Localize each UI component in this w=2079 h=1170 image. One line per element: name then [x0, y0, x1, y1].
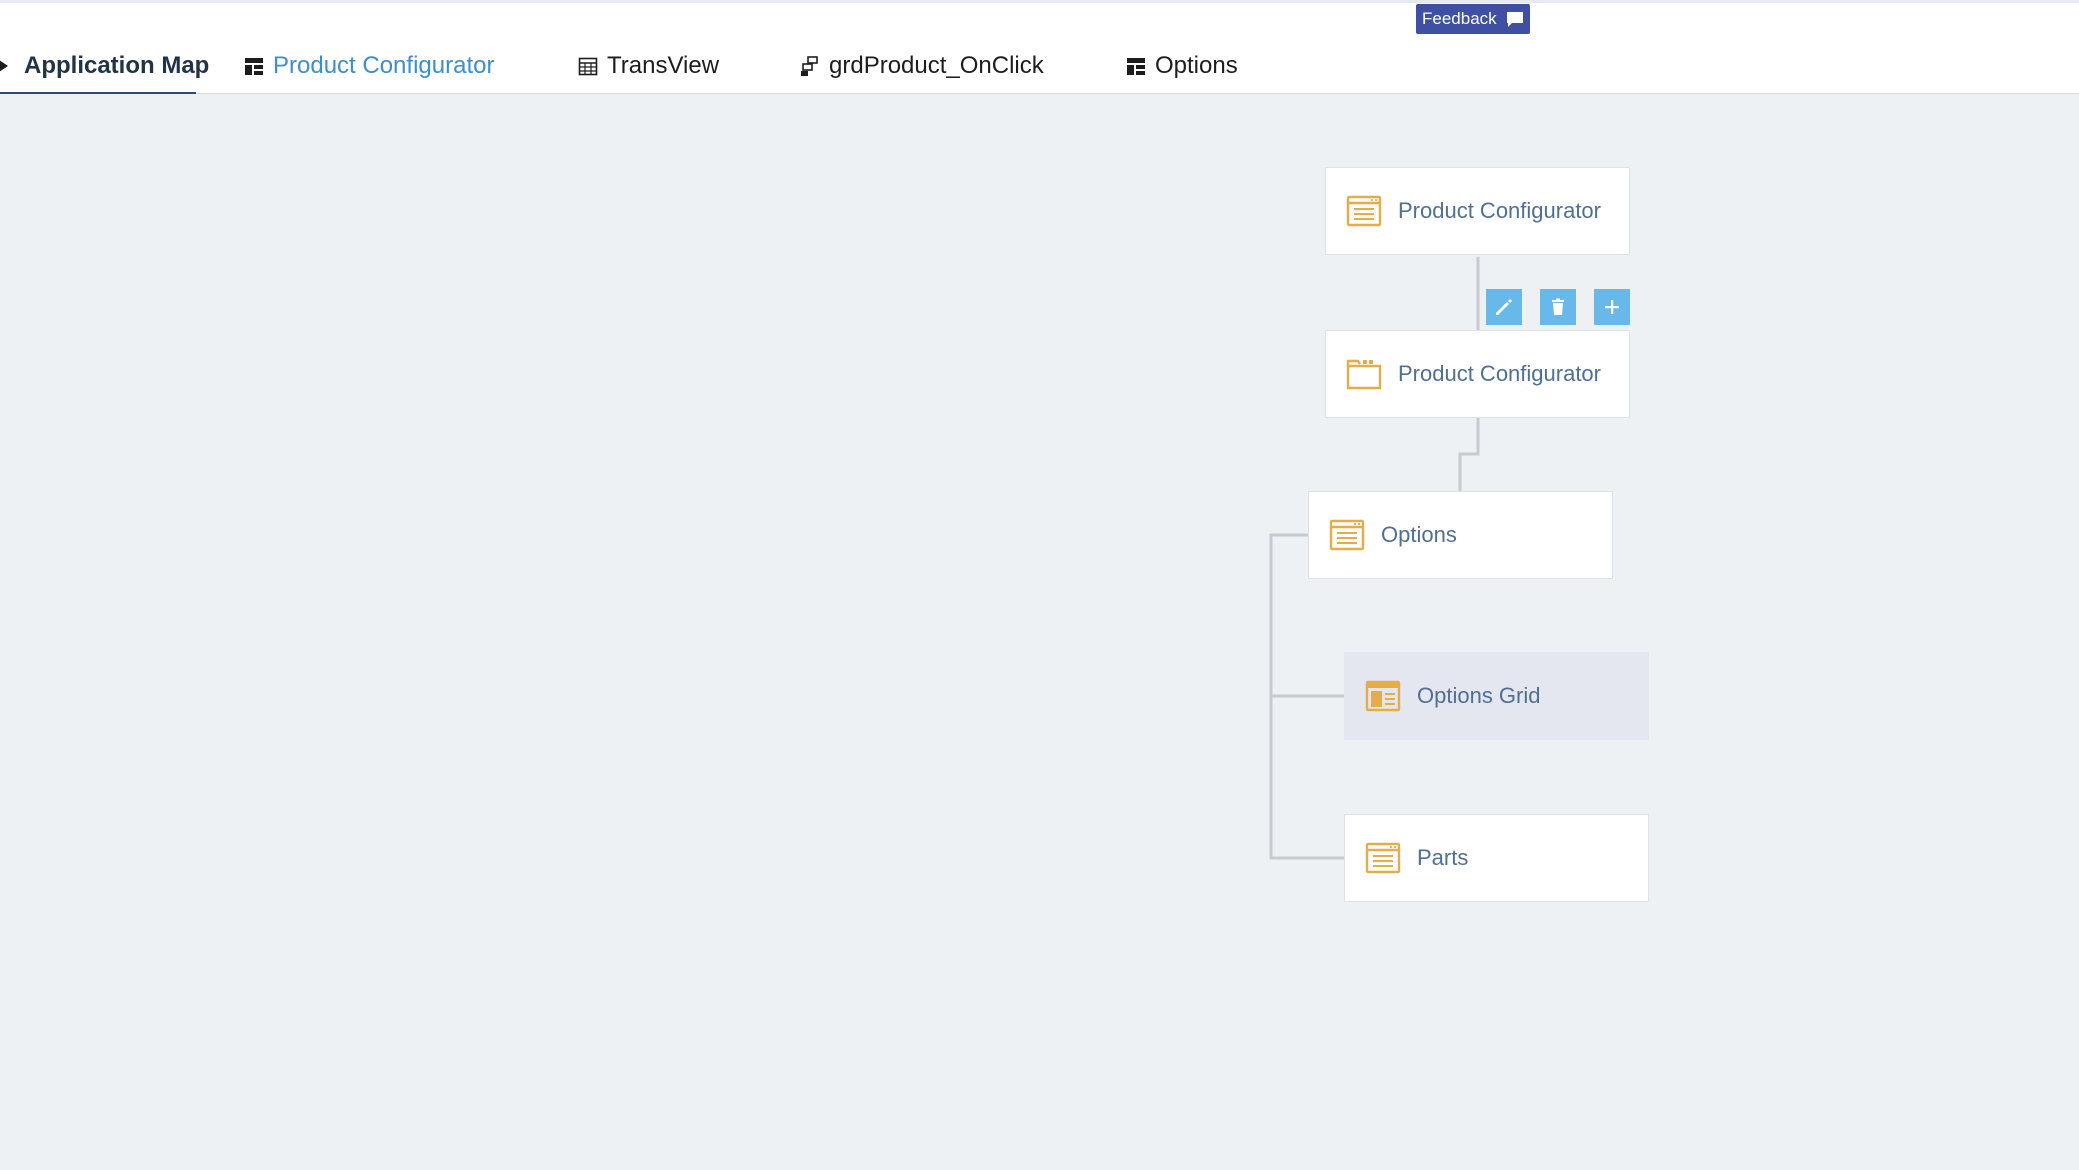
comment-icon	[1506, 12, 1523, 27]
grid-form-icon	[1365, 680, 1401, 712]
node-label: Options	[1381, 522, 1457, 547]
tab-bar: Application Map Product Configurator Tra…	[0, 3, 2079, 95]
tree-node-selected[interactable]: Options Grid	[1344, 652, 1649, 740]
edit-node-button[interactable]	[1486, 289, 1522, 325]
tree-connectors	[1269, 257, 1480, 860]
tree-node[interactable]: Parts	[1344, 814, 1649, 902]
event-icon	[801, 56, 818, 76]
plus-icon	[1605, 300, 1619, 314]
tab-label: grdProduct_OnClick	[829, 52, 1044, 79]
add-node-button[interactable]	[1594, 289, 1630, 325]
layout-icon	[1127, 58, 1145, 75]
tab-grdproduct-onclick[interactable]: grdProduct_OnClick	[799, 46, 1044, 86]
tree-node[interactable]: Product Configurator	[1325, 330, 1630, 418]
tab-label: Product Configurator	[273, 52, 495, 79]
tab-label: Options	[1155, 52, 1238, 79]
node-label: Product Configurator	[1398, 361, 1601, 386]
tab-application-map[interactable]: Application Map	[0, 46, 209, 86]
tab-options[interactable]: Options	[1125, 46, 1238, 86]
form-icon	[1329, 519, 1365, 551]
form-icon	[1346, 195, 1382, 227]
tree-node[interactable]: Options	[1308, 491, 1613, 579]
form-icon	[1365, 842, 1401, 874]
pencil-arrow-icon	[0, 60, 8, 72]
delete-node-button[interactable]	[1540, 289, 1576, 325]
tree-node[interactable]: Product Configurator	[1325, 167, 1630, 255]
node-label: Parts	[1417, 845, 1469, 870]
pencil-icon	[1496, 299, 1512, 315]
trash-icon	[1552, 298, 1564, 315]
tab-label: TransView	[607, 52, 720, 79]
tab-transview[interactable]: TransView	[577, 46, 719, 86]
tab-product-configurator[interactable]: Product Configurator	[243, 46, 494, 86]
layout-icon	[245, 58, 263, 75]
node-label: Product Configurator	[1398, 198, 1601, 223]
node-label: Options Grid	[1417, 683, 1541, 708]
table-icon	[578, 57, 598, 76]
feedback-button[interactable]: Feedback	[1416, 4, 1530, 34]
tab-label: Application Map	[24, 52, 210, 79]
folder-icon	[1346, 359, 1382, 390]
feedback-label: Feedback	[1422, 9, 1497, 28]
application-map-canvas[interactable]: Product Configurator Product Configurato…	[0, 94, 2079, 1170]
